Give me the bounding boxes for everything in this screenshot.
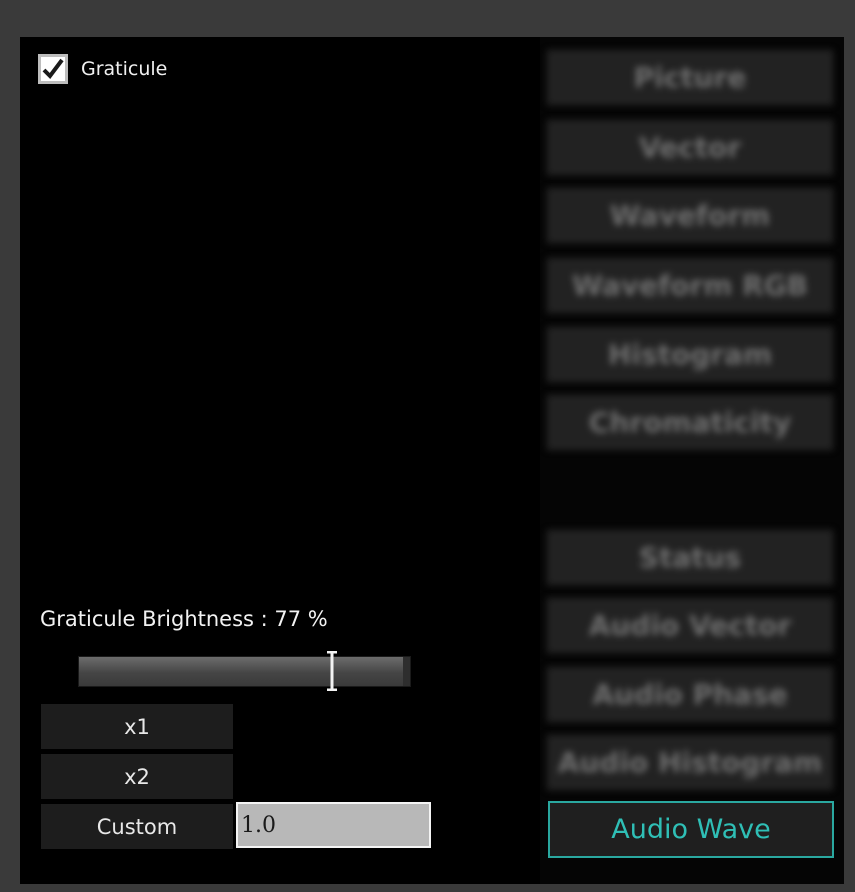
- slider-handle[interactable]: [327, 650, 337, 692]
- graticule-checkbox[interactable]: [38, 54, 68, 84]
- zoom-custom-button[interactable]: Custom: [41, 804, 233, 849]
- vector-button[interactable]: Vector: [547, 120, 833, 175]
- audio-histogram-button[interactable]: Audio Histogram: [547, 735, 833, 790]
- zoom-x1-button[interactable]: x1: [41, 704, 233, 749]
- slider-handle-icon: [327, 651, 337, 691]
- histogram-button[interactable]: Histogram: [547, 327, 833, 382]
- audio-wave-button[interactable]: Audio Wave: [548, 801, 834, 858]
- graticule-brightness-slider[interactable]: [78, 656, 411, 687]
- graticule-toggle[interactable]: Graticule: [38, 54, 167, 84]
- audio-vector-button[interactable]: Audio Vector: [547, 598, 833, 653]
- custom-zoom-input[interactable]: [236, 802, 431, 848]
- graticule-brightness-label: Graticule Brightness : 77 %: [40, 607, 328, 631]
- waveform-rgb-button[interactable]: Waveform RGB: [547, 258, 833, 313]
- audio-phase-button[interactable]: Audio Phase: [547, 667, 833, 722]
- waveform-button[interactable]: Waveform: [547, 188, 833, 243]
- chromaticity-button[interactable]: Chromaticity: [547, 395, 833, 450]
- zoom-x2-button[interactable]: x2: [41, 754, 233, 799]
- slider-track-end: [403, 657, 410, 686]
- picture-button[interactable]: Picture: [547, 50, 833, 105]
- status-button[interactable]: Status: [547, 530, 833, 585]
- checkmark-icon: [42, 58, 64, 80]
- graticule-label: Graticule: [81, 58, 168, 80]
